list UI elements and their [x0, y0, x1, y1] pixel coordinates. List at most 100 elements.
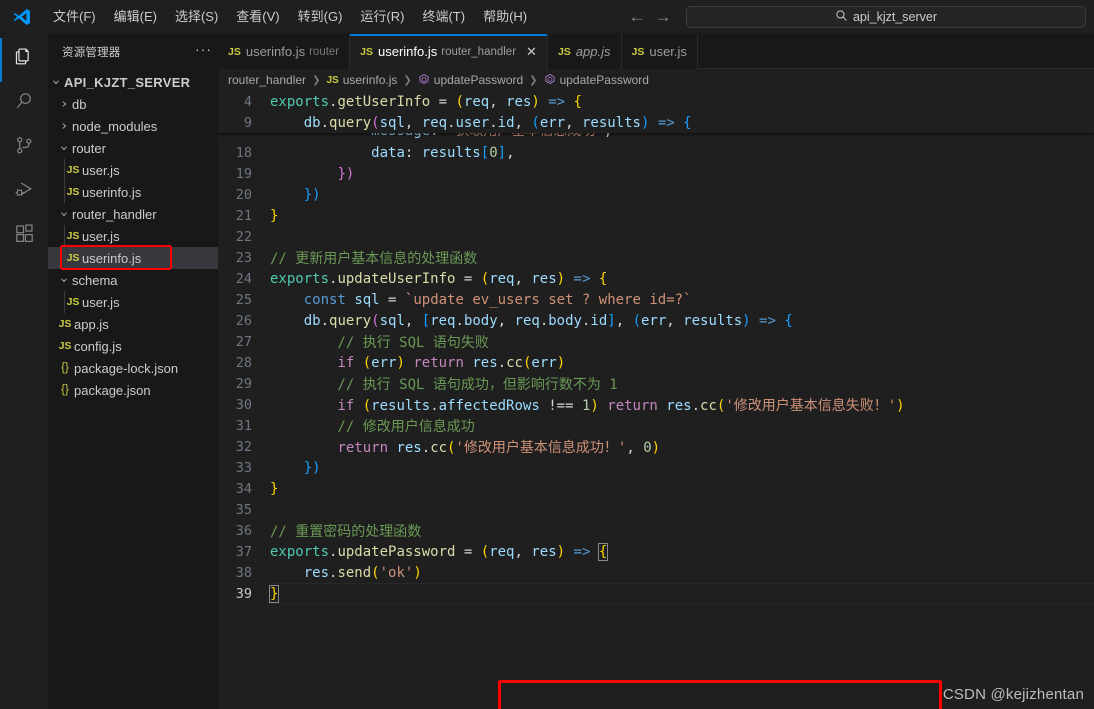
breadcrumb-file[interactable]: JS userinfo.js: [326, 73, 397, 87]
activity-search[interactable]: [0, 82, 48, 126]
breadcrumb-symbol-1[interactable]: updatePassword: [418, 73, 523, 87]
code-text: }): [303, 459, 321, 476]
tree-root-label: API_KJZT_SERVER: [64, 74, 191, 90]
code-line-37: 37 exports.updatePassword = (req, res) =…: [218, 541, 1094, 562]
file-tree: API_KJZT_SERVER db node_modules router J…: [48, 69, 218, 401]
menu-file[interactable]: 文件(F): [44, 4, 105, 30]
line-number: 34: [235, 480, 252, 497]
breadcrumb: router_handler ❯ JS userinfo.js ❯ update…: [218, 69, 1094, 91]
sticky-line-4: 4 exports.getUserInfo = (req, res) => {: [218, 91, 1094, 112]
watermark: CSDN @kejizhentan: [942, 686, 1084, 703]
back-arrow-icon[interactable]: ←: [624, 5, 650, 29]
tree-item-label: config.js: [74, 338, 122, 354]
tree-file-handler-userinfo-js[interactable]: JS userinfo.js: [48, 247, 218, 269]
tree-item-label: package.json: [74, 382, 151, 398]
code-text: db.query(sql, req.user.id, (err, results…: [303, 114, 692, 131]
activity-source-control[interactable]: [0, 126, 48, 170]
close-icon[interactable]: ✕: [526, 45, 537, 58]
line-number: 28: [235, 354, 252, 371]
title-bar: 文件(F) 编辑(E) 选择(S) 查看(V) 转到(G) 运行(R) 终端(T…: [0, 0, 1094, 34]
tree-file-app-js[interactable]: JS app.js: [48, 313, 218, 335]
code-editor[interactable]: 4 exports.getUserInfo = (req, res) => { …: [218, 91, 1094, 709]
code-line-28: 28 if (err) return res.cc(err): [218, 352, 1094, 373]
source-control-icon: [13, 134, 36, 162]
tree-file-router-userinfo-js[interactable]: JS userinfo.js: [48, 181, 218, 203]
vscode-window: 文件(F) 编辑(E) 选择(S) 查看(V) 转到(G) 运行(R) 终端(T…: [0, 0, 1094, 709]
tree-file-schema-user-js[interactable]: JS user.js: [48, 291, 218, 313]
indent-guide: [64, 225, 65, 247]
menu-help[interactable]: 帮助(H): [474, 4, 536, 30]
tab-userinfo-router-handler[interactable]: JS userinfo.js router_handler ✕: [350, 34, 548, 69]
menu-select[interactable]: 选择(S): [166, 4, 227, 30]
indent-guide: [64, 291, 65, 313]
activity-run-debug[interactable]: [0, 170, 48, 214]
tree-file-handler-user-js[interactable]: JS user.js: [48, 225, 218, 247]
menu-edit[interactable]: 编辑(E): [105, 4, 166, 30]
breadcrumb-folder[interactable]: router_handler: [228, 73, 306, 87]
tree-file-config-js[interactable]: JS config.js: [48, 335, 218, 357]
tab-app-js[interactable]: JS app.js: [547, 34, 622, 69]
js-file-icon: JS: [326, 74, 339, 86]
code-line-21: 21 }: [218, 205, 1094, 226]
js-file-icon: JS: [66, 296, 80, 308]
line-number: 29: [235, 375, 252, 392]
sticky-scroll-widget[interactable]: 4 exports.getUserInfo = (req, res) => { …: [218, 91, 1094, 133]
code-line-35: 35: [218, 499, 1094, 520]
code-scroll-body: message: '获取用户基本信息成功', 18 data: results[…: [218, 133, 1094, 709]
code-line-33: 33 }): [218, 457, 1094, 478]
files-icon: [13, 46, 36, 74]
breadcrumb-label: updatePassword: [433, 73, 524, 87]
js-file-icon: JS: [66, 164, 80, 176]
activity-explorer[interactable]: [0, 38, 48, 82]
tree-item-label: user.js: [82, 294, 120, 310]
tree-item-db[interactable]: db: [48, 93, 218, 115]
code-line-38: 38 res.send('ok'): [218, 562, 1094, 583]
breadcrumb-symbol-2[interactable]: updatePassword: [544, 73, 649, 87]
search-icon: [13, 90, 36, 118]
code-line-19: 19 }): [218, 163, 1094, 184]
menu-view[interactable]: 查看(V): [227, 4, 288, 30]
more-actions-icon[interactable]: ···: [195, 42, 212, 59]
code-text: exports.updateUserInfo = (req, res) => {: [270, 270, 608, 287]
menu-run[interactable]: 运行(R): [351, 4, 413, 30]
tab-label: user.js: [649, 44, 687, 59]
activity-bar: [0, 34, 48, 709]
forward-arrow-icon[interactable]: →: [650, 5, 676, 29]
breadcrumb-separator-icon: ❯: [529, 74, 538, 86]
chevron-down-icon: [56, 209, 72, 219]
line-number: [218, 133, 270, 142]
tree-folder-router[interactable]: router: [48, 137, 218, 159]
tree-folder-schema[interactable]: schema: [48, 269, 218, 291]
tab-userinfo-router[interactable]: JS userinfo.js router: [218, 34, 351, 69]
indent-guide: [64, 181, 65, 203]
code-line-26: 26 db.query(sql, [req.body, req.body.id]…: [218, 310, 1094, 331]
tree-folder-router-handler[interactable]: router_handler: [48, 203, 218, 225]
js-file-icon: JS: [66, 230, 80, 242]
tab-user-js[interactable]: JS user.js: [621, 34, 698, 69]
json-file-icon: {}: [61, 384, 69, 396]
tree-item-node-modules[interactable]: node_modules: [48, 115, 218, 137]
tab-description: router_handler: [441, 45, 517, 58]
line-number: 23: [235, 249, 252, 266]
tree-file-package-json[interactable]: {} package.json: [48, 379, 218, 401]
line-number: 24: [235, 270, 252, 287]
line-number: 19: [235, 165, 252, 182]
menu-go[interactable]: 转到(G): [289, 4, 352, 30]
line-number: 35: [235, 501, 252, 518]
code-text: exports.getUserInfo = (req, res) => {: [270, 93, 582, 110]
tree-item-label: app.js: [74, 316, 109, 332]
code-line-30: 30 if (results.affectedRows !== 1) retur…: [218, 394, 1094, 415]
activity-extensions[interactable]: [0, 214, 48, 258]
code-text: }: [270, 207, 279, 224]
line-number: 20: [235, 186, 252, 203]
search-icon: [835, 9, 848, 24]
tree-file-router-user-js[interactable]: JS user.js: [48, 159, 218, 181]
line-number: 4: [243, 93, 252, 110]
tree-file-package-lock-json[interactable]: {} package-lock.json: [48, 357, 218, 379]
menu-terminal[interactable]: 终端(T): [413, 4, 474, 30]
tree-item-label: router: [72, 140, 106, 156]
code-text: data: results[0],: [371, 144, 515, 161]
tree-root-api-kjzt-server[interactable]: API_KJZT_SERVER: [48, 71, 218, 93]
tree-item-label: schema: [72, 272, 118, 288]
command-center-search[interactable]: api_kjzt_server: [686, 5, 1086, 28]
